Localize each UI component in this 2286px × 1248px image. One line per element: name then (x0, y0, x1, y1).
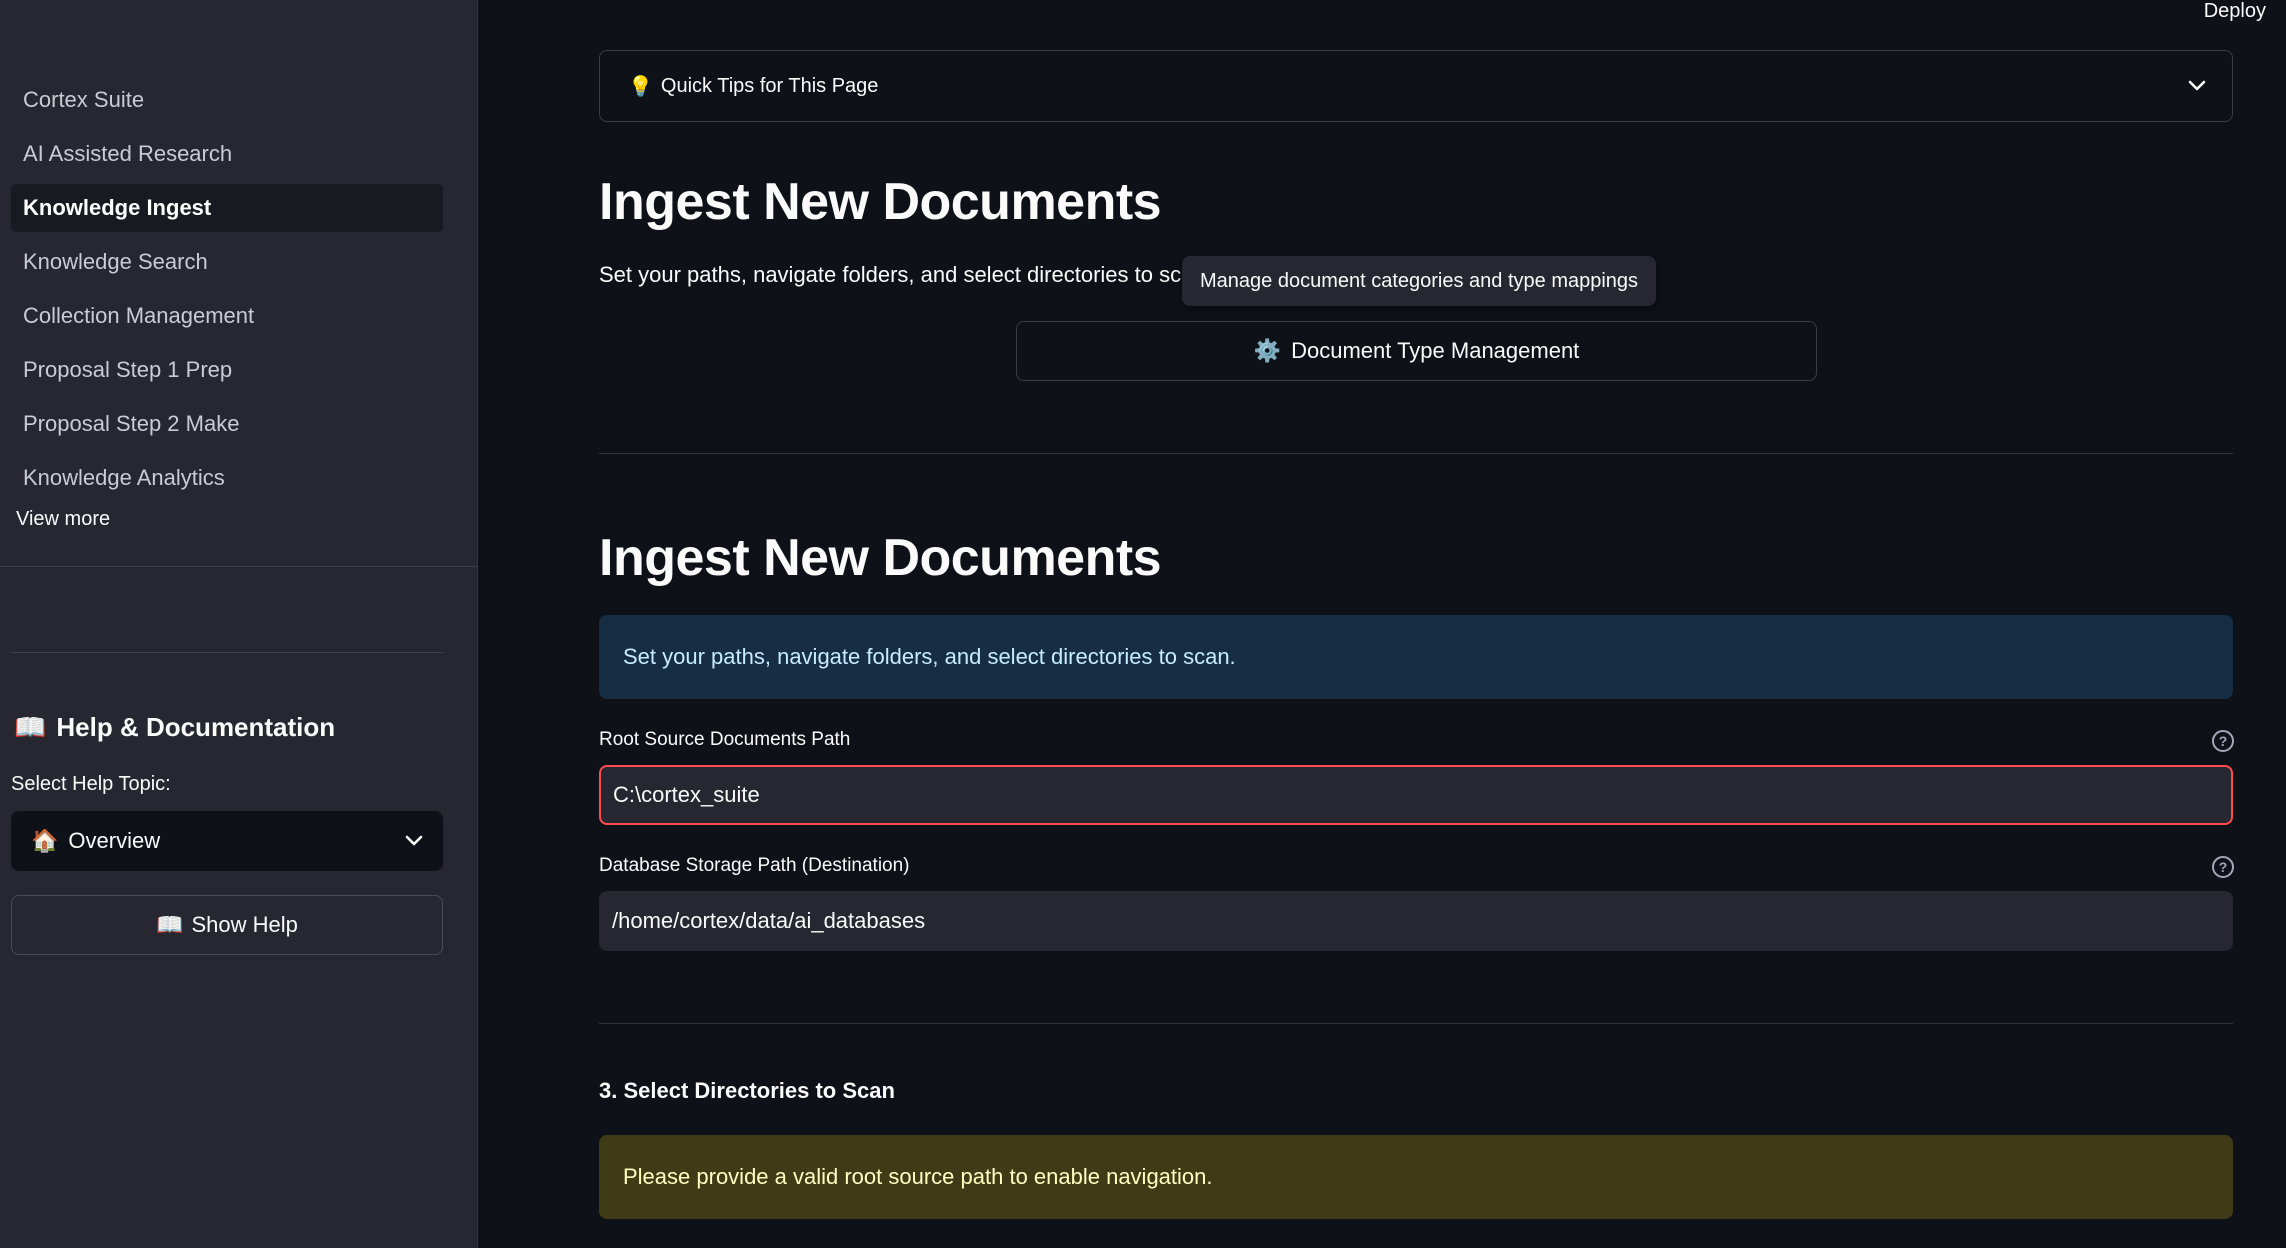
document-type-management-button[interactable]: ⚙️ Document Type Management (1016, 321, 1817, 381)
house-icon: 🏠 (31, 828, 59, 853)
document-type-management-label: Document Type Management (1291, 338, 1580, 363)
sidebar-divider (11, 652, 443, 653)
show-help-button[interactable]: 📖 Show Help (11, 895, 443, 955)
book-icon: 📖 (14, 712, 47, 742)
sidebar-item-knowledge-analytics[interactable]: Knowledge Analytics (11, 454, 443, 502)
help-topic-select[interactable]: 🏠 Overview (11, 811, 443, 871)
tooltip: Manage document categories and type mapp… (1182, 256, 1657, 306)
help-tooltip-icon[interactable]: ? (2212, 730, 2234, 752)
help-title: Help & Documentation (56, 712, 336, 742)
sidebar-divider (0, 566, 478, 567)
chevron-down-icon (2188, 80, 2206, 92)
sidebar-item-proposal-step-1-prep[interactable]: Proposal Step 1 Prep (11, 346, 443, 394)
gear-icon: ⚙️ (1253, 338, 1282, 363)
sidebar-item-collection-management[interactable]: Collection Management (11, 292, 443, 340)
sidebar-item-cortex-suite[interactable]: Cortex Suite (11, 76, 443, 124)
root-path-label: Root Source Documents Path (599, 729, 851, 750)
sidebar-item-ai-assisted-research[interactable]: AI Assisted Research (11, 130, 443, 178)
warning-alert: Please provide a valid root source path … (599, 1135, 2233, 1219)
section-heading: 3. Select Directories to Scan (599, 1078, 895, 1103)
deploy-button[interactable]: Deploy (2204, 0, 2266, 23)
view-more-link[interactable]: View more (16, 508, 110, 531)
database-storage-path-input[interactable]: /home/cortex/data/ai_databases (599, 891, 2233, 951)
show-help-label: Show Help (191, 912, 298, 937)
root-source-path-input[interactable]: C:\cortex_suite (599, 765, 2233, 825)
chevron-down-icon (405, 835, 423, 847)
sidebar-item-proposal-step-2-make[interactable]: Proposal Step 2 Make (11, 400, 443, 448)
divider (599, 1023, 2233, 1024)
book-icon: 📖 (156, 912, 184, 937)
info-alert: Set your paths, navigate folders, and se… (599, 615, 2233, 699)
quick-tips-expander[interactable]: 💡 Quick Tips for This Page (599, 50, 2233, 122)
db-path-label: Database Storage Path (Destination) (599, 855, 910, 876)
section-title: Ingest New Documents (599, 529, 1162, 587)
divider (599, 453, 2233, 454)
help-topic-label: Select Help Topic: (11, 773, 171, 795)
intro-text: Set your paths, navigate folders, and se… (599, 262, 1182, 287)
page-title: Ingest New Documents (599, 173, 1162, 231)
sidebar-item-knowledge-ingest[interactable]: Knowledge Ingest (11, 184, 443, 232)
quick-tips-label: Quick Tips for This Page (660, 74, 879, 97)
help-tooltip-icon[interactable]: ? (2212, 856, 2234, 878)
help-topic-value: Overview (68, 828, 161, 853)
sidebar-item-knowledge-search[interactable]: Knowledge Search (11, 238, 443, 286)
lightbulb-icon: 💡 (628, 75, 653, 98)
sidebar: Cortex Suite AI Assisted Research Knowle… (0, 0, 478, 1248)
help-documentation-header: 📖 Help & Documentation (14, 712, 335, 743)
